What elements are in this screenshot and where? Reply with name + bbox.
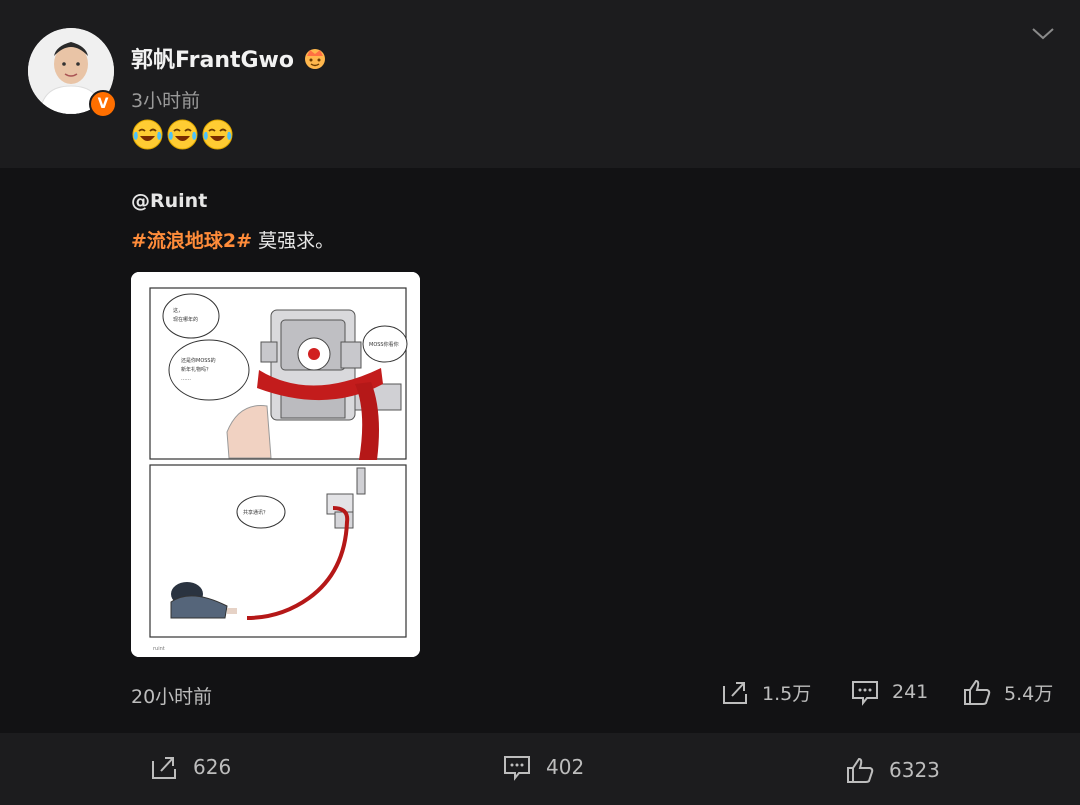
repost-card[interactable]: @Ruint #流浪地球2# 莫强求。 这， 现在哪年的 还是你MOSS的 新年… (0, 168, 1080, 733)
svg-text:还是你MOSS的: 还是你MOSS的 (181, 357, 216, 364)
original-post-body: 莫强求。 (252, 230, 335, 252)
emoji-row (131, 118, 234, 151)
original-comment-count: 241 (892, 681, 929, 703)
comment-icon (852, 681, 878, 706)
svg-text:ruint: ruint (153, 646, 165, 652)
original-comment-button[interactable]: 241 (850, 678, 928, 706)
original-author-link[interactable]: @Ruint (131, 190, 207, 212)
original-stats: 1.5万 241 5.4万 (720, 678, 1060, 710)
action-bar: 626 402 6323 (0, 733, 1080, 805)
post-header: V 郭帆FrantGwo 3小时前 (0, 0, 1080, 168)
svg-text:这，: 这， (173, 307, 183, 314)
comment-icon (504, 756, 530, 781)
hashtag-link[interactable]: #流浪地球2# (131, 230, 252, 252)
svg-text:MOSS你看你: MOSS你看你 (369, 341, 399, 348)
comment-count: 402 (546, 755, 585, 779)
original-like-button[interactable]: 5.4万 (962, 678, 1053, 706)
comic-image[interactable]: 这， 现在哪年的 还是你MOSS的 新年礼物吗？ …… MOSS你看你 共享通讯… (131, 272, 420, 657)
username-text[interactable]: 郭帆FrantGwo (131, 42, 294, 74)
share-icon (723, 682, 747, 704)
like-count: 6323 (889, 758, 940, 782)
original-like-count: 5.4万 (1004, 682, 1054, 705)
original-post-time: 20小时前 (131, 686, 213, 708)
share-icon (152, 757, 176, 779)
comment-button[interactable]: 402 (502, 753, 584, 781)
svg-text:现在哪年的: 现在哪年的 (173, 316, 198, 323)
thumbs-up-icon (964, 679, 991, 705)
chevron-down-icon[interactable] (1030, 26, 1056, 42)
share-button[interactable]: 626 (149, 753, 231, 781)
laugh-cry-emoji-icon (132, 119, 163, 150)
username[interactable]: 郭帆FrantGwo (131, 42, 328, 74)
svg-text:……: …… (181, 376, 191, 382)
original-share-button[interactable]: 1.5万 (720, 678, 811, 706)
post-time: 3小时前 (131, 90, 201, 112)
crown-icon (305, 49, 325, 69)
svg-text:共享通讯？: 共享通讯？ (243, 509, 268, 516)
avatar[interactable]: V (28, 28, 117, 118)
original-share-count: 1.5万 (762, 682, 812, 705)
verified-badge-icon: V (89, 90, 117, 118)
laugh-cry-emoji-icon (167, 119, 198, 150)
thumbs-up-icon (847, 757, 874, 783)
like-button[interactable]: 6323 (845, 756, 940, 784)
laugh-cry-emoji-icon (202, 119, 233, 150)
original-post-text: #流浪地球2# 莫强求。 (131, 226, 334, 253)
svg-text:新年礼物吗？: 新年礼物吗？ (181, 366, 211, 373)
share-count: 626 (193, 755, 232, 779)
